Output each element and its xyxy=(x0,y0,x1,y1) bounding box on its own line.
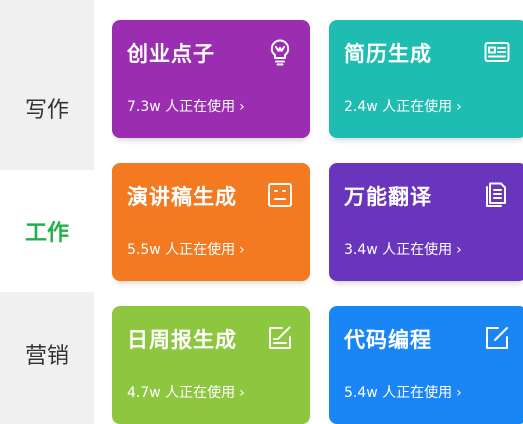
card-speech-generator[interactable]: 演讲稿生成 5.5w 人正在使用 › xyxy=(112,163,310,281)
document-icon xyxy=(483,181,511,209)
edit-square-icon xyxy=(483,324,511,352)
category-sidebar: 写作 工作 营销 xyxy=(0,0,94,424)
app-root: 写作 工作 营销 创业点子 7.3w 人正在使用 › 简历生成 2.4w 人正在… xyxy=(0,0,523,424)
card-usage: 7.3w 人正在使用 › xyxy=(127,96,245,116)
card-title: 演讲稿生成 xyxy=(127,185,237,209)
sidebar-item-writing[interactable]: 写作 xyxy=(0,48,94,168)
chevron-right-icon: › xyxy=(456,242,462,258)
card-startup-ideas[interactable]: 创业点子 7.3w 人正在使用 › xyxy=(112,20,310,138)
card-report-generator[interactable]: 日周报生成 4.7w 人正在使用 › xyxy=(112,306,310,424)
card-title: 万能翻译 xyxy=(344,185,432,209)
card-usage: 5.5w 人正在使用 › xyxy=(127,239,245,259)
chevron-right-icon: › xyxy=(239,99,245,115)
id-card-icon xyxy=(483,38,511,66)
card-usage-text: 5.5w 人正在使用 xyxy=(127,242,236,258)
card-usage: 5.4w 人正在使用 › xyxy=(344,382,462,402)
chevron-right-icon: › xyxy=(456,99,462,115)
card-usage-text: 3.4w 人正在使用 xyxy=(344,242,453,258)
card-usage: 4.7w 人正在使用 › xyxy=(127,382,245,402)
card-usage: 3.4w 人正在使用 › xyxy=(344,239,462,259)
card-resume-generator[interactable]: 简历生成 2.4w 人正在使用 › xyxy=(329,20,523,138)
lightbulb-icon xyxy=(266,38,294,66)
sidebar-item-work[interactable]: 工作 xyxy=(0,170,94,292)
sidebar-item-marketing[interactable]: 营销 xyxy=(0,294,94,414)
card-usage-text: 4.7w 人正在使用 xyxy=(127,385,236,401)
card-usage-text: 2.4w 人正在使用 xyxy=(344,99,453,115)
card-code-programming[interactable]: 代码编程 5.4w 人正在使用 › xyxy=(329,306,523,424)
robot-face-icon xyxy=(266,181,294,209)
card-usage-text: 7.3w 人正在使用 xyxy=(127,99,236,115)
chevron-right-icon: › xyxy=(456,385,462,401)
card-usage: 2.4w 人正在使用 › xyxy=(344,96,462,116)
card-title: 创业点子 xyxy=(127,42,215,66)
sidebar-item-label: 工作 xyxy=(24,221,69,246)
card-universal-translator[interactable]: 万能翻译 3.4w 人正在使用 › xyxy=(329,163,523,281)
card-title: 代码编程 xyxy=(344,328,432,352)
chevron-right-icon: › xyxy=(239,385,245,401)
card-title: 简历生成 xyxy=(344,42,432,66)
card-title: 日周报生成 xyxy=(127,328,237,352)
card-usage-text: 5.4w 人正在使用 xyxy=(344,385,453,401)
edit-note-icon xyxy=(266,324,294,352)
chevron-right-icon: › xyxy=(239,242,245,258)
sidebar-item-label: 营销 xyxy=(24,344,69,369)
sidebar-item-label: 写作 xyxy=(24,98,69,123)
